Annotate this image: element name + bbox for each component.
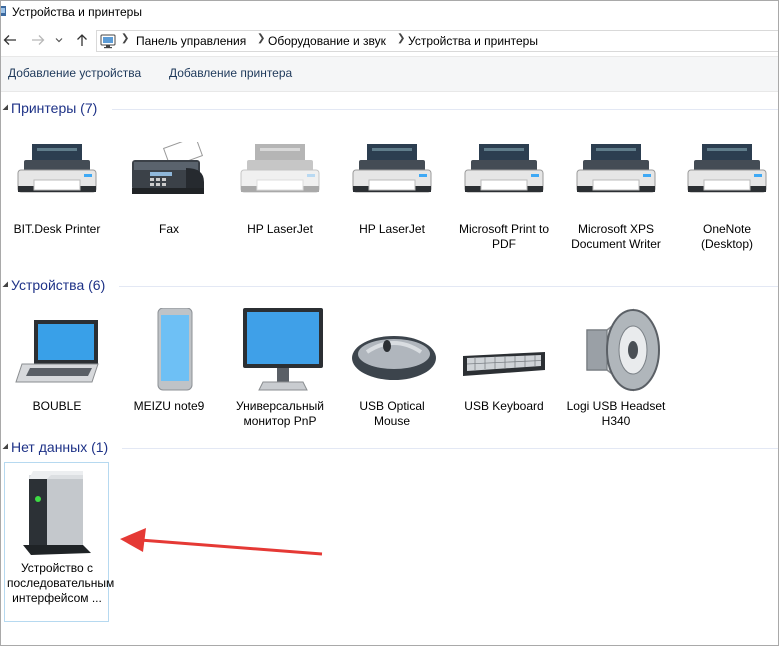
chevron-collapse-icon	[2, 281, 8, 287]
printer-icon	[227, 142, 333, 200]
up-button[interactable]	[73, 30, 91, 50]
chevron-collapse-icon	[2, 104, 8, 110]
breadcrumb-separator[interactable]: ❯	[397, 33, 405, 44]
breadcrumb-separator[interactable]: ❯	[257, 33, 265, 44]
window-title: Устройства и принтеры	[12, 5, 142, 19]
device-label: OneNote (Desktop)	[700, 222, 753, 251]
printer-icon	[563, 142, 669, 200]
mouse-icon	[339, 332, 445, 382]
control-panel-icon	[100, 34, 116, 49]
speaker-icon	[563, 306, 669, 394]
arrow-left-icon	[3, 35, 16, 45]
monitor-icon	[227, 308, 333, 394]
device-item-serial-device[interactable]: Устройство с последовательным интерфейсо…	[4, 462, 115, 622]
device-label: HP LaserJet	[247, 222, 313, 236]
device-label: BOUBLE	[32, 399, 82, 413]
device-item-microsoft-print-to-pdf[interactable]: Microsoft Print to PDF	[451, 132, 557, 251]
chevron-down-icon	[55, 38, 63, 43]
device-item-meizu-note9[interactable]: MEIZU note9	[116, 304, 222, 413]
breadcrumb-control-panel[interactable]: Панель управления	[136, 34, 246, 48]
command-bar: Добавление устройства Добавление принтер…	[0, 56, 779, 92]
device-item-bitdesk-printer[interactable]: BIT.Desk Printer	[4, 132, 110, 236]
printer-icon	[451, 142, 557, 200]
back-button[interactable]	[1, 30, 19, 50]
breadcrumb-hardware-sound[interactable]: Оборудование и звук	[268, 34, 386, 48]
device-item-microsoft-xps[interactable]: Microsoft XPS Document Writer	[563, 132, 669, 251]
forward-button[interactable]	[29, 30, 47, 50]
device-label: Универсальный монитор PnP	[236, 399, 324, 428]
device-label: Fax	[158, 222, 179, 236]
device-label: Устройство с последовательным интерфейсо…	[7, 561, 115, 605]
device-label: Logi USB Headset H340	[566, 399, 666, 428]
device-label: Microsoft XPS Document Writer	[571, 222, 661, 251]
navigation-bar: ❯ Панель управления ❯ Оборудование и зву…	[0, 27, 779, 55]
printer-icon	[674, 142, 779, 200]
group-title: Устройства (6)	[11, 277, 106, 293]
arrow-up-icon	[77, 34, 87, 46]
title-bar: Устройства и принтеры	[0, 0, 779, 26]
serial-device-icon	[5, 469, 108, 557]
printer-icon	[4, 142, 110, 200]
device-label: BIT.Desk Printer	[13, 222, 101, 236]
device-item-usb-optical-mouse[interactable]: USB Optical Mouse	[339, 304, 445, 428]
device-item-onenote[interactable]: OneNote (Desktop)	[674, 132, 779, 251]
group-header-nodata[interactable]: Нет данных (1)	[0, 439, 779, 457]
group-divider	[112, 109, 778, 110]
device-item-hp-laserjet[interactable]: HP LaserJet	[339, 132, 445, 236]
phone-icon	[116, 308, 222, 394]
keyboard-icon	[451, 348, 557, 380]
group-divider	[119, 286, 778, 287]
group-divider	[122, 448, 778, 449]
device-item-hp-laserjet[interactable]: HP LaserJet	[227, 132, 333, 236]
address-bar[interactable]: ❯ Панель управления ❯ Оборудование и зву…	[96, 30, 779, 52]
device-label: MEIZU note9	[133, 399, 205, 413]
device-item-fax[interactable]: Fax	[116, 132, 222, 236]
device-item-logi-usb-headset[interactable]: Logi USB Headset H340	[563, 304, 669, 428]
add-device-button[interactable]: Добавление устройства	[8, 66, 141, 80]
device-label: Microsoft Print to PDF	[458, 222, 550, 251]
group-header-devices[interactable]: Устройства (6)	[0, 277, 779, 295]
fax-icon	[116, 142, 222, 200]
group-title: Нет данных (1)	[11, 439, 109, 455]
device-item-bouble[interactable]: BOUBLE	[4, 304, 110, 413]
chevron-collapse-icon	[2, 443, 8, 449]
device-label: HP LaserJet	[359, 222, 425, 236]
device-label: USB Keyboard	[464, 399, 544, 413]
arrow-right-icon	[32, 35, 45, 45]
device-label: USB Optical Mouse	[359, 399, 425, 428]
breadcrumb-devices-printers[interactable]: Устройства и принтеры	[408, 34, 538, 48]
laptop-icon	[4, 312, 110, 392]
group-title: Принтеры (7)	[11, 100, 98, 116]
printer-icon	[339, 142, 445, 200]
recent-locations-button[interactable]	[53, 30, 65, 50]
breadcrumb-separator[interactable]: ❯	[121, 33, 129, 44]
group-header-printers[interactable]: Принтеры (7)	[0, 100, 779, 118]
device-item-pnp-monitor[interactable]: Универсальный монитор PnP	[227, 304, 333, 428]
add-printer-button[interactable]: Добавление принтера	[169, 66, 292, 80]
window-icon	[0, 6, 6, 16]
device-item-usb-keyboard[interactable]: USB Keyboard	[451, 304, 557, 413]
